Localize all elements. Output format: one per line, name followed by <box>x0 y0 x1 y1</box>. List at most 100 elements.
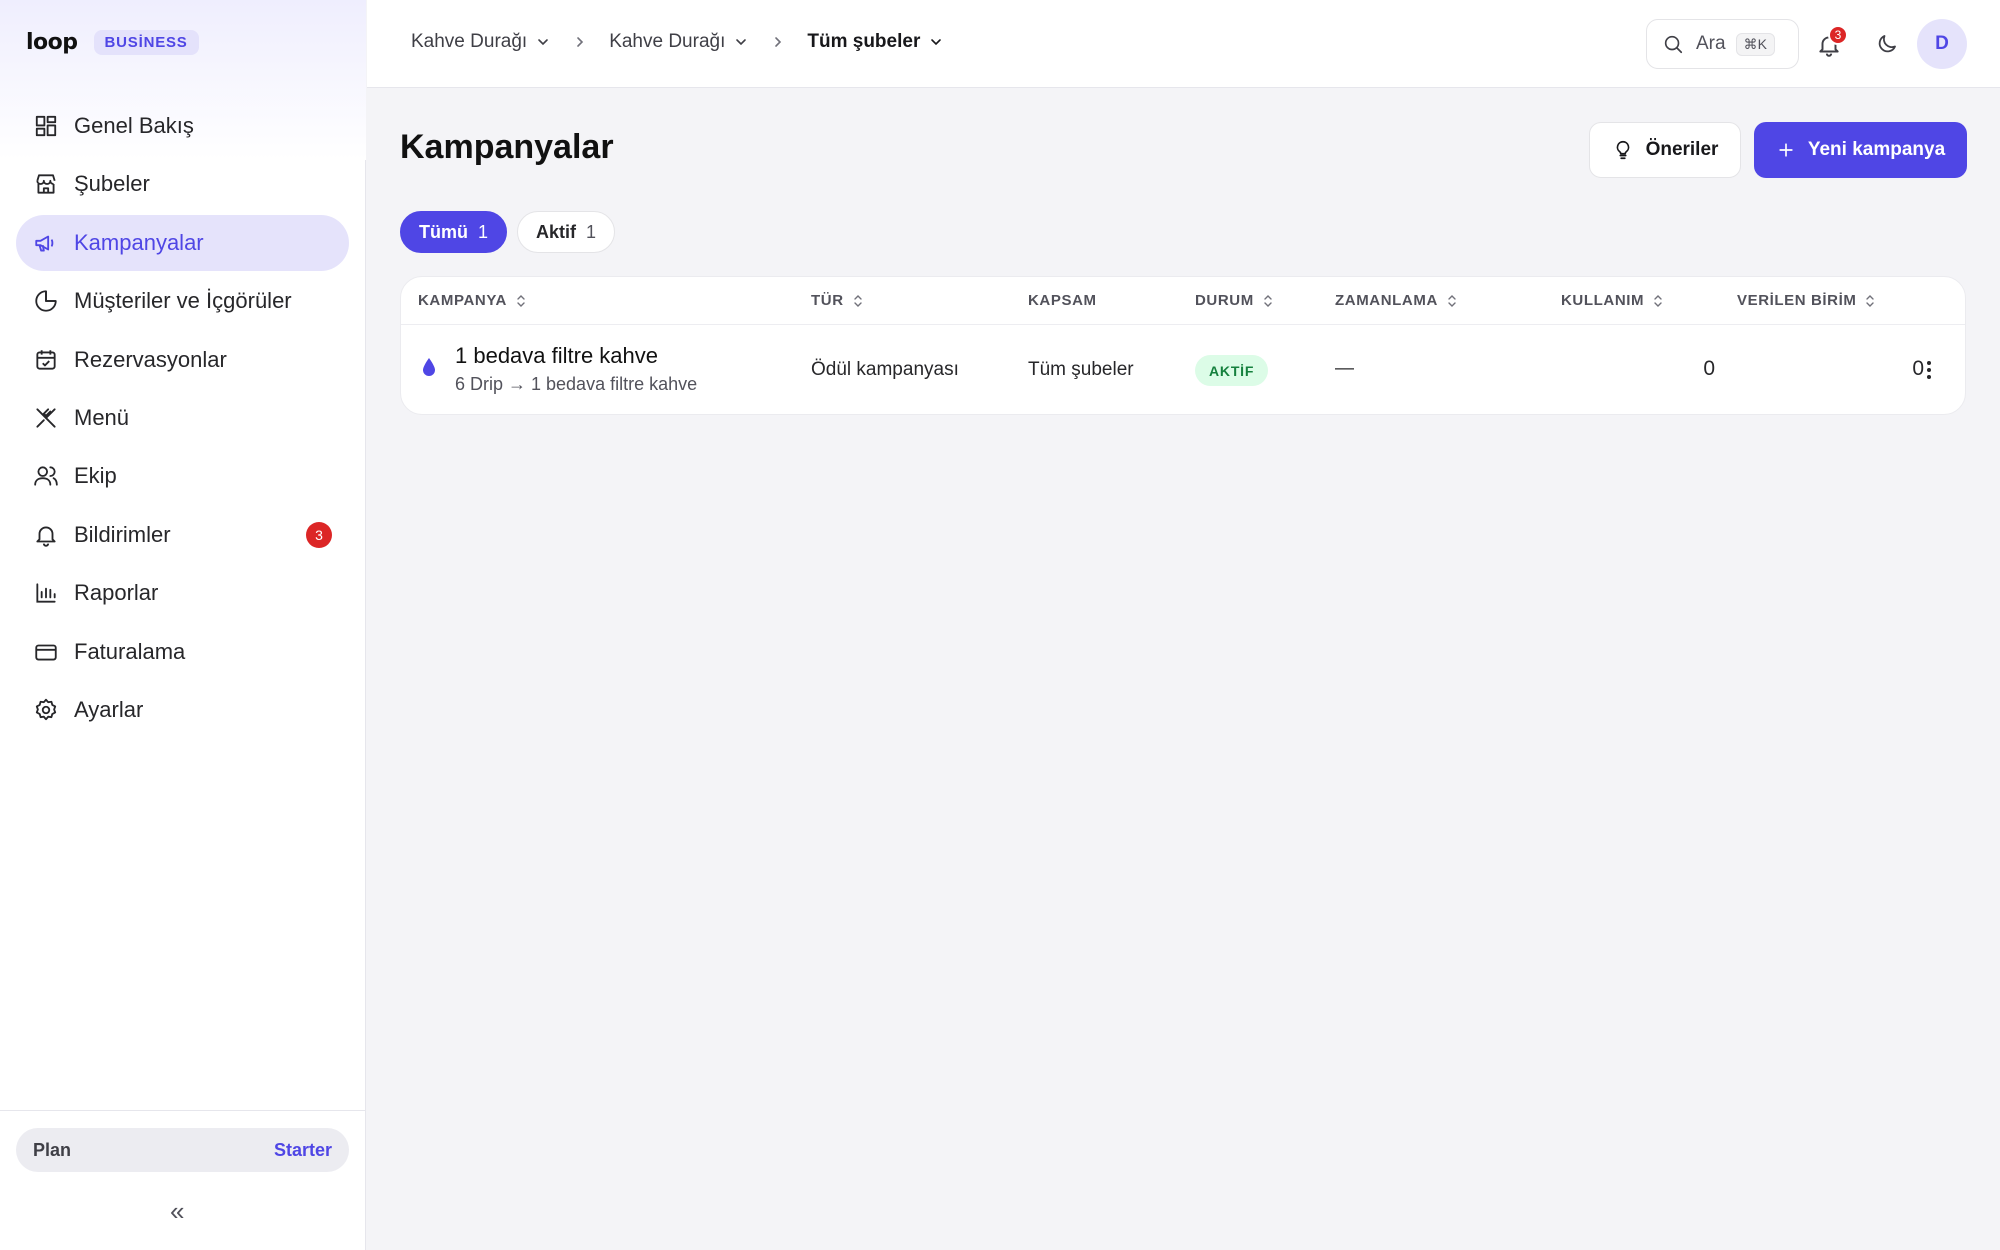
utensils-icon <box>36 408 56 428</box>
breadcrumb-item-business[interactable]: Kahve Durağı <box>411 31 551 53</box>
breadcrumb-label: Tüm şubeler <box>807 31 921 52</box>
sidebar-item-label: Şubeler <box>74 171 150 197</box>
sort-icon <box>1448 294 1456 307</box>
filter-count: 1 <box>478 221 489 242</box>
plan-value: Starter <box>273 1139 332 1160</box>
campaign-units-given: 0 <box>1912 357 1924 380</box>
filter-count: 1 <box>586 221 597 242</box>
sidebar-item-customers[interactable]: Müşteriler ve İçgörüler <box>16 273 349 329</box>
sidebar-item-reports[interactable]: Raporlar <box>16 565 349 621</box>
brand[interactable]: loop BUSİNESS <box>26 30 199 55</box>
business-badge: BUSİNESS <box>93 30 199 55</box>
new-campaign-button[interactable]: Yeni kampanya <box>1754 122 1967 178</box>
column-header-campaign[interactable]: KAMPANYA <box>418 292 527 309</box>
bell-icon <box>36 526 56 547</box>
sidebar-item-campaigns[interactable]: Kampanyalar <box>16 214 349 271</box>
logo: loop <box>26 30 78 55</box>
column-label: KAMPANYA <box>418 292 507 309</box>
breadcrumb-item-brand[interactable]: Kahve Durağı <box>609 31 749 53</box>
pie-chart-icon <box>35 290 57 312</box>
chevron-down-icon <box>736 39 747 46</box>
sidebar-item-label: Müşteriler ve İçgörüler <box>74 288 292 314</box>
sidebar-item-label: Bildirimler <box>74 521 171 547</box>
column-header-schedule[interactable]: ZAMANLAMA <box>1335 292 1458 309</box>
lightbulb-icon <box>1616 140 1629 160</box>
filter-tab-all[interactable]: Tümü 1 <box>400 211 508 253</box>
sidebar-item-billing[interactable]: Faturalama <box>16 624 349 680</box>
drop-icon <box>423 358 435 376</box>
table-row[interactable]: 1 bedava filtre kahve 6 Drip → 1 bedava … <box>401 325 1965 414</box>
breadcrumb: Kahve Durağı Kahve Durağı Tüm şubeler <box>411 31 944 53</box>
sidebar-item-reservations[interactable]: Rezervasyonlar <box>16 332 349 388</box>
chevron-right-icon <box>770 34 786 50</box>
sidebar-nav: Genel Bakış Şubeler Kampanyalar Müşteril… <box>16 98 349 740</box>
sidebar-item-label: Kampanyalar <box>74 229 204 255</box>
chevron-down-icon <box>538 39 548 46</box>
chevron-down-icon <box>931 39 942 46</box>
campaign-description: 6 Drip → 1 bedava filtre kahve <box>455 374 698 394</box>
column-header-type[interactable]: TÜR <box>811 292 864 309</box>
notification-count-badge: 3 <box>306 521 332 548</box>
gear-icon <box>35 698 57 721</box>
collapse-sidebar-button[interactable]: « <box>170 1196 184 1227</box>
calendar-check-icon <box>36 349 56 370</box>
column-label: ZAMANLAMA <box>1335 292 1438 309</box>
campaign-scope: Tüm şubeler <box>1028 359 1134 380</box>
campaigns-table: KAMPANYA TÜR KAPSAM DURUM ZAMANLAMA KULL… <box>400 276 1966 415</box>
sort-icon <box>1264 294 1272 307</box>
sidebar-item-label: Menü <box>74 404 130 430</box>
sidebar-item-team[interactable]: Ekip <box>16 448 349 504</box>
filter-tab-active[interactable]: Aktif 1 <box>517 211 616 253</box>
sidebar-item-notifications[interactable]: Bildirimler 3 <box>16 507 349 563</box>
suggestions-button[interactable]: Öneriler <box>1589 122 1741 178</box>
search-icon <box>1664 35 1683 54</box>
search-label: Ara <box>1696 33 1726 54</box>
bar-chart-icon <box>36 583 56 603</box>
column-label: KAPSAM <box>1028 292 1097 309</box>
sort-icon <box>853 294 862 307</box>
plan-label: Plan <box>33 1139 72 1160</box>
sidebar-item-label: Ayarlar <box>74 696 144 722</box>
plan-indicator[interactable]: Plan Starter <box>16 1128 349 1172</box>
column-label: VERİLEN BİRİM <box>1737 292 1857 309</box>
column-label: KULLANIM <box>1561 292 1645 309</box>
users-icon <box>34 466 58 486</box>
search-button[interactable]: Ara ⌘K <box>1646 19 1799 69</box>
column-header-units-given[interactable]: VERİLEN BİRİM <box>1737 292 1876 309</box>
sidebar-item-label: Ekip <box>74 463 117 489</box>
credit-card-icon <box>35 644 57 661</box>
sidebar-item-label: Faturalama <box>74 638 186 664</box>
user-avatar[interactable]: D <box>1917 19 1967 69</box>
plus-icon <box>1779 143 1793 157</box>
sidebar-item-label: Raporlar <box>74 580 159 606</box>
filter-label: Aktif <box>536 221 577 242</box>
theme-toggle-moon-icon[interactable] <box>1875 32 1899 56</box>
column-header-usage[interactable]: KULLANIM <box>1561 292 1664 309</box>
breadcrumb-label: Kahve Durağı <box>609 31 726 52</box>
filter-label: Tümü <box>419 221 468 242</box>
chevron-right-icon <box>572 34 588 50</box>
sidebar-item-menu[interactable]: Menü <box>16 390 349 446</box>
campaign-name[interactable]: 1 bedava filtre kahve <box>455 343 658 369</box>
column-label: TÜR <box>811 292 844 309</box>
sort-icon <box>1654 294 1662 307</box>
sort-icon <box>517 294 525 307</box>
sidebar: loop BUSİNESS Genel Bakış Şubeler Kampan… <box>0 0 366 1250</box>
row-more-options-icon[interactable] <box>1918 358 1940 382</box>
sidebar-item-overview[interactable]: Genel Bakış <box>16 98 349 154</box>
store-icon <box>36 174 56 194</box>
sidebar-item-branches[interactable]: Şubeler <box>16 156 349 212</box>
sidebar-item-label: Genel Bakış <box>74 113 194 138</box>
campaign-type: Ödül kampanyası <box>811 359 959 380</box>
sidebar-divider <box>0 1110 366 1111</box>
campaign-usage: 0 <box>1703 357 1715 380</box>
page-title: Kampanyalar <box>400 128 614 166</box>
top-bar: Kahve Durağı Kahve Durağı Tüm şubeler Ar… <box>367 0 2000 88</box>
search-shortcut: ⌘K <box>1735 32 1775 56</box>
sidebar-item-settings[interactable]: Ayarlar <box>16 682 349 738</box>
column-header-status[interactable]: DURUM <box>1195 292 1274 309</box>
breadcrumb-item-branch[interactable]: Tüm şubeler <box>807 31 944 53</box>
new-campaign-button-label: Yeni kampanya <box>1807 139 1946 160</box>
status-badge: AKTİF <box>1195 355 1269 386</box>
table-header: KAMPANYA TÜR KAPSAM DURUM ZAMANLAMA KULL… <box>401 277 1965 325</box>
